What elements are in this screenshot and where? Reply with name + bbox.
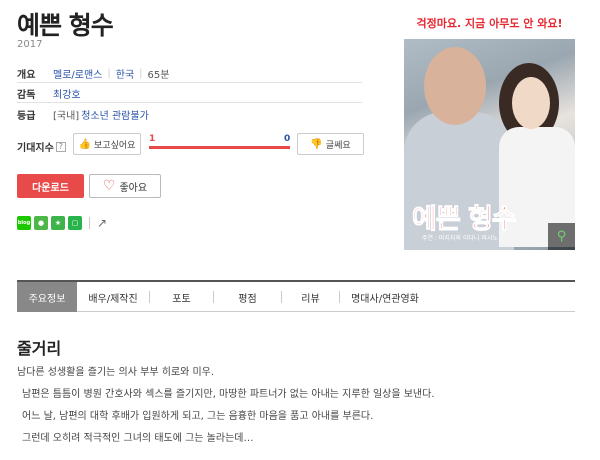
want-count: 1 [149,134,156,144]
poster-title: 예쁜 형수 [412,204,518,236]
rating-region: [국내] [53,111,80,122]
share-row: blog ● ★ ▢ ↗ [17,216,107,230]
poster-figure [424,47,486,125]
synopsis-line: 그런데 오히려 적극적인 그녀의 태도에 그는 놀라는데… [22,433,254,444]
overview-row: 개요 멜로/로맨스 | 한국 | 65분 [17,66,169,81]
rating-link[interactable]: 청소년 관람불가 [81,107,149,122]
expectation-label: 기대지수 [17,143,54,154]
expectation-label-wrap: 기대지수 ? [17,139,66,154]
director-row: 감독 최강호 [17,86,81,101]
poster-figure [512,77,550,129]
genre-link[interactable]: 멜로/로맨스 [53,66,102,81]
movie-year: 2017 [17,39,43,50]
want-to-see-button[interactable]: 👍 보고싶어요 [73,133,141,155]
heart-icon: ♡ [102,178,116,194]
meh-count: 0 [284,134,291,144]
line-icon[interactable]: ▢ [68,216,82,230]
like-label: 좋아요 [119,182,148,194]
runtime: 65분 [147,70,170,81]
meh-label: 글쎄요 [325,140,351,151]
tab-review[interactable]: 리뷰 [282,282,339,312]
want-to-see-label: 보고싶어요 [94,140,136,151]
expectation-gauge [149,146,290,149]
overview-label: 개요 [17,70,36,81]
help-icon[interactable]: ? [55,141,66,152]
divider [17,102,362,103]
tab-quotes-related[interactable]: 명대사/연관영화 [340,282,430,312]
poster-credits: 주연 : 마지지외 이다니 마시노 [422,235,498,242]
director-link[interactable]: 최강호 [53,86,81,101]
tab-main-info[interactable]: 주요정보 [17,282,77,312]
rating-label: 등급 [17,111,36,122]
tab-cast-crew[interactable]: 배우/제작진 [77,282,149,312]
kakaostory-icon[interactable]: ● [34,216,48,230]
synopsis-heading: 줄거리 [17,339,62,358]
poster-tagline: 걱정마요. 지금 아무도 안 와요! [404,7,575,39]
share-icon[interactable]: ↗ [97,216,107,230]
synopsis-line: 남편은 틈틈이 병원 간호사와 섹스를 즐기지만, 마땅한 파트너가 없는 아내… [22,389,435,400]
tab-photo[interactable]: 포토 [150,282,213,312]
blog-icon[interactable]: blog [17,216,31,230]
like-button[interactable]: ♡ 좋아요 [89,174,161,198]
meh-button[interactable]: 👎 글쎄요 [297,133,364,155]
divider [17,82,362,83]
rating-row: 등급 [국내] 청소년 관람불가 [17,107,149,122]
movie-poster[interactable]: 걱정마요. 지금 아무도 안 와요! 예쁜 형수 주연 : 마지지외 이다니 마… [404,7,575,250]
thumbs-down-icon: 👎 [310,138,323,150]
divider [89,217,90,229]
synopsis-line: 남다른 성생활을 즐기는 의사 부부 히로와 미우. [17,367,215,378]
tab-bar: 주요정보 배우/제작진 포토 평점 리뷰 명대사/연관영화 [17,280,575,312]
separator: | [139,68,143,79]
country-link[interactable]: 한국 [116,66,134,81]
synopsis-line: 어느 날, 남편의 대학 후배가 입원하게 되고, 그는 음흉한 마음을 품고 … [22,411,374,422]
bookmark-star-icon[interactable]: ★ [51,216,65,230]
separator: | [107,68,111,79]
movie-title: 예쁜 형수 [17,11,114,40]
director-label: 감독 [17,90,36,101]
magnifier-icon[interactable]: ⚲ [548,223,575,250]
thumbs-up-icon: 👍 [78,138,92,150]
tab-rating[interactable]: 평점 [214,282,281,312]
download-button[interactable]: 다운로드 [17,174,84,198]
